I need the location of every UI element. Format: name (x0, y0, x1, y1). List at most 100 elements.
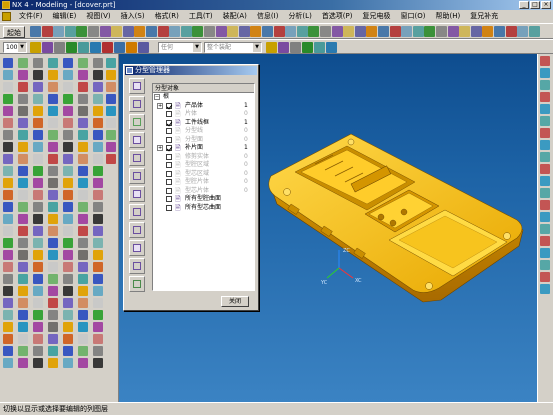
selection-tool-icon[interactable] (54, 42, 65, 53)
visibility-checkbox[interactable] (166, 136, 172, 143)
feature-tool-icon[interactable] (78, 118, 88, 128)
feature-tool-icon[interactable] (63, 286, 73, 296)
visibility-checkbox[interactable] (166, 204, 172, 211)
feature-tool-icon[interactable] (93, 298, 103, 308)
feature-tool-icon[interactable] (93, 166, 103, 176)
menu-item[interactable]: 装配(A) (218, 10, 252, 23)
feature-tool-icon[interactable] (3, 322, 13, 332)
feature-tool-icon[interactable] (48, 94, 58, 104)
visibility-checkbox[interactable] (166, 196, 172, 202)
feature-tool-icon[interactable] (78, 298, 88, 308)
close-window-button[interactable]: × (541, 1, 551, 9)
minimize-button[interactable]: _ (519, 1, 529, 9)
feature-tool-icon[interactable] (48, 322, 58, 332)
selection-tool-icon[interactable] (314, 42, 325, 53)
feature-tool-icon[interactable] (48, 82, 58, 92)
feature-tool-icon[interactable] (18, 334, 28, 344)
feature-tool-icon[interactable] (3, 274, 13, 284)
feature-tool-icon[interactable] (18, 298, 28, 308)
toolbar-tool-icon[interactable] (331, 26, 343, 37)
feature-tool-icon[interactable] (33, 190, 43, 200)
toolbar-tool-icon[interactable] (389, 26, 401, 37)
feature-tool-icon[interactable] (93, 346, 103, 356)
feature-tool-icon[interactable] (78, 334, 88, 344)
feature-tool-icon[interactable] (63, 70, 73, 80)
resource-tab-icon[interactable] (540, 164, 550, 174)
toolbar-tool-icon[interactable] (366, 26, 378, 37)
feature-tool-icon[interactable] (18, 166, 28, 176)
feature-tool-icon[interactable] (93, 310, 103, 320)
feature-tool-icon[interactable] (33, 178, 43, 188)
feature-tool-icon[interactable] (3, 106, 13, 116)
feature-tool-icon[interactable] (106, 154, 116, 164)
start-button[interactable]: 起始 (3, 26, 25, 38)
toolbar-tool-icon[interactable] (88, 26, 99, 37)
toolbar-tool-icon[interactable] (378, 26, 389, 37)
feature-tool-icon[interactable] (33, 154, 43, 164)
maximize-button[interactable]: □ (530, 1, 540, 9)
feature-tool-icon[interactable] (106, 106, 116, 116)
feature-tool-icon[interactable] (18, 310, 28, 320)
feature-tool-icon[interactable] (3, 226, 13, 236)
selection-tool-icon[interactable] (126, 42, 137, 53)
resource-tab-icon[interactable] (540, 188, 550, 198)
feature-tool-icon[interactable] (3, 82, 13, 92)
feature-tool-icon[interactable] (78, 322, 88, 332)
parting-tool-icon[interactable] (129, 204, 145, 220)
feature-tool-icon[interactable] (48, 190, 58, 200)
tree-node[interactable]: 🗎 型芯片体 0 (153, 187, 254, 196)
feature-tool-icon[interactable] (106, 82, 116, 92)
toolbar-tool-icon[interactable] (528, 26, 540, 37)
feature-tool-icon[interactable] (33, 286, 43, 296)
menu-item[interactable]: 复兄补充 (465, 10, 503, 23)
feature-tool-icon[interactable] (33, 58, 43, 68)
resource-tab-icon[interactable] (540, 212, 550, 222)
feature-tool-icon[interactable] (3, 142, 13, 152)
feature-tool-icon[interactable] (33, 202, 43, 212)
toolbar-tool-icon[interactable] (146, 26, 157, 37)
feature-tool-icon[interactable] (3, 298, 13, 308)
feature-tool-icon[interactable] (78, 82, 88, 92)
parting-tool-icon[interactable] (129, 258, 145, 274)
feature-tool-icon[interactable] (48, 214, 58, 224)
tree-node[interactable]: 🗎 型腔区域 0 (153, 161, 254, 170)
feature-tool-icon[interactable] (18, 226, 28, 236)
selection-tool-icon[interactable] (66, 42, 77, 53)
feature-tool-icon[interactable] (48, 106, 58, 116)
tree-node[interactable]: 🗎 分型面 0 (153, 136, 254, 145)
toolbar-tool-icon[interactable] (122, 26, 134, 37)
collapse-icon[interactable]: − (154, 94, 160, 100)
visibility-checkbox[interactable] (166, 145, 172, 151)
feature-tool-icon[interactable] (3, 178, 13, 188)
feature-tool-icon[interactable] (48, 334, 58, 344)
feature-tool-icon[interactable] (3, 118, 13, 128)
feature-tool-icon[interactable] (63, 142, 73, 152)
feature-tool-icon[interactable] (3, 202, 13, 212)
feature-tool-icon[interactable] (18, 130, 28, 140)
visibility-checkbox[interactable] (166, 111, 172, 117)
feature-tool-icon[interactable] (3, 154, 13, 164)
assembly-scope-combo[interactable]: 整个装配 ▼ (204, 42, 262, 53)
parting-tool-icon[interactable] (129, 114, 145, 130)
parting-tool-icon[interactable] (129, 276, 145, 292)
feature-tool-icon[interactable] (78, 166, 88, 176)
feature-tool-icon[interactable] (18, 58, 28, 68)
feature-tool-icon[interactable] (33, 118, 43, 128)
feature-tool-icon[interactable] (93, 250, 103, 260)
feature-tool-icon[interactable] (93, 70, 103, 80)
feature-tool-icon[interactable] (18, 238, 28, 248)
feature-tool-icon[interactable] (18, 286, 28, 296)
visibility-checkbox[interactable] (166, 170, 172, 177)
toolbar-tool-icon[interactable] (424, 26, 436, 37)
feature-tool-icon[interactable] (78, 106, 88, 116)
resource-tab-icon[interactable] (540, 68, 550, 78)
feature-tool-icon[interactable] (33, 106, 43, 116)
toolbar-tool-icon[interactable] (99, 26, 111, 37)
resource-tab-icon[interactable] (540, 200, 550, 210)
feature-tool-icon[interactable] (48, 310, 58, 320)
selection-tool-icon[interactable] (114, 42, 125, 53)
feature-tool-icon[interactable] (33, 250, 43, 260)
parting-tool-icon[interactable] (129, 240, 145, 256)
feature-tool-icon[interactable] (33, 238, 43, 248)
feature-tool-icon[interactable] (3, 250, 13, 260)
